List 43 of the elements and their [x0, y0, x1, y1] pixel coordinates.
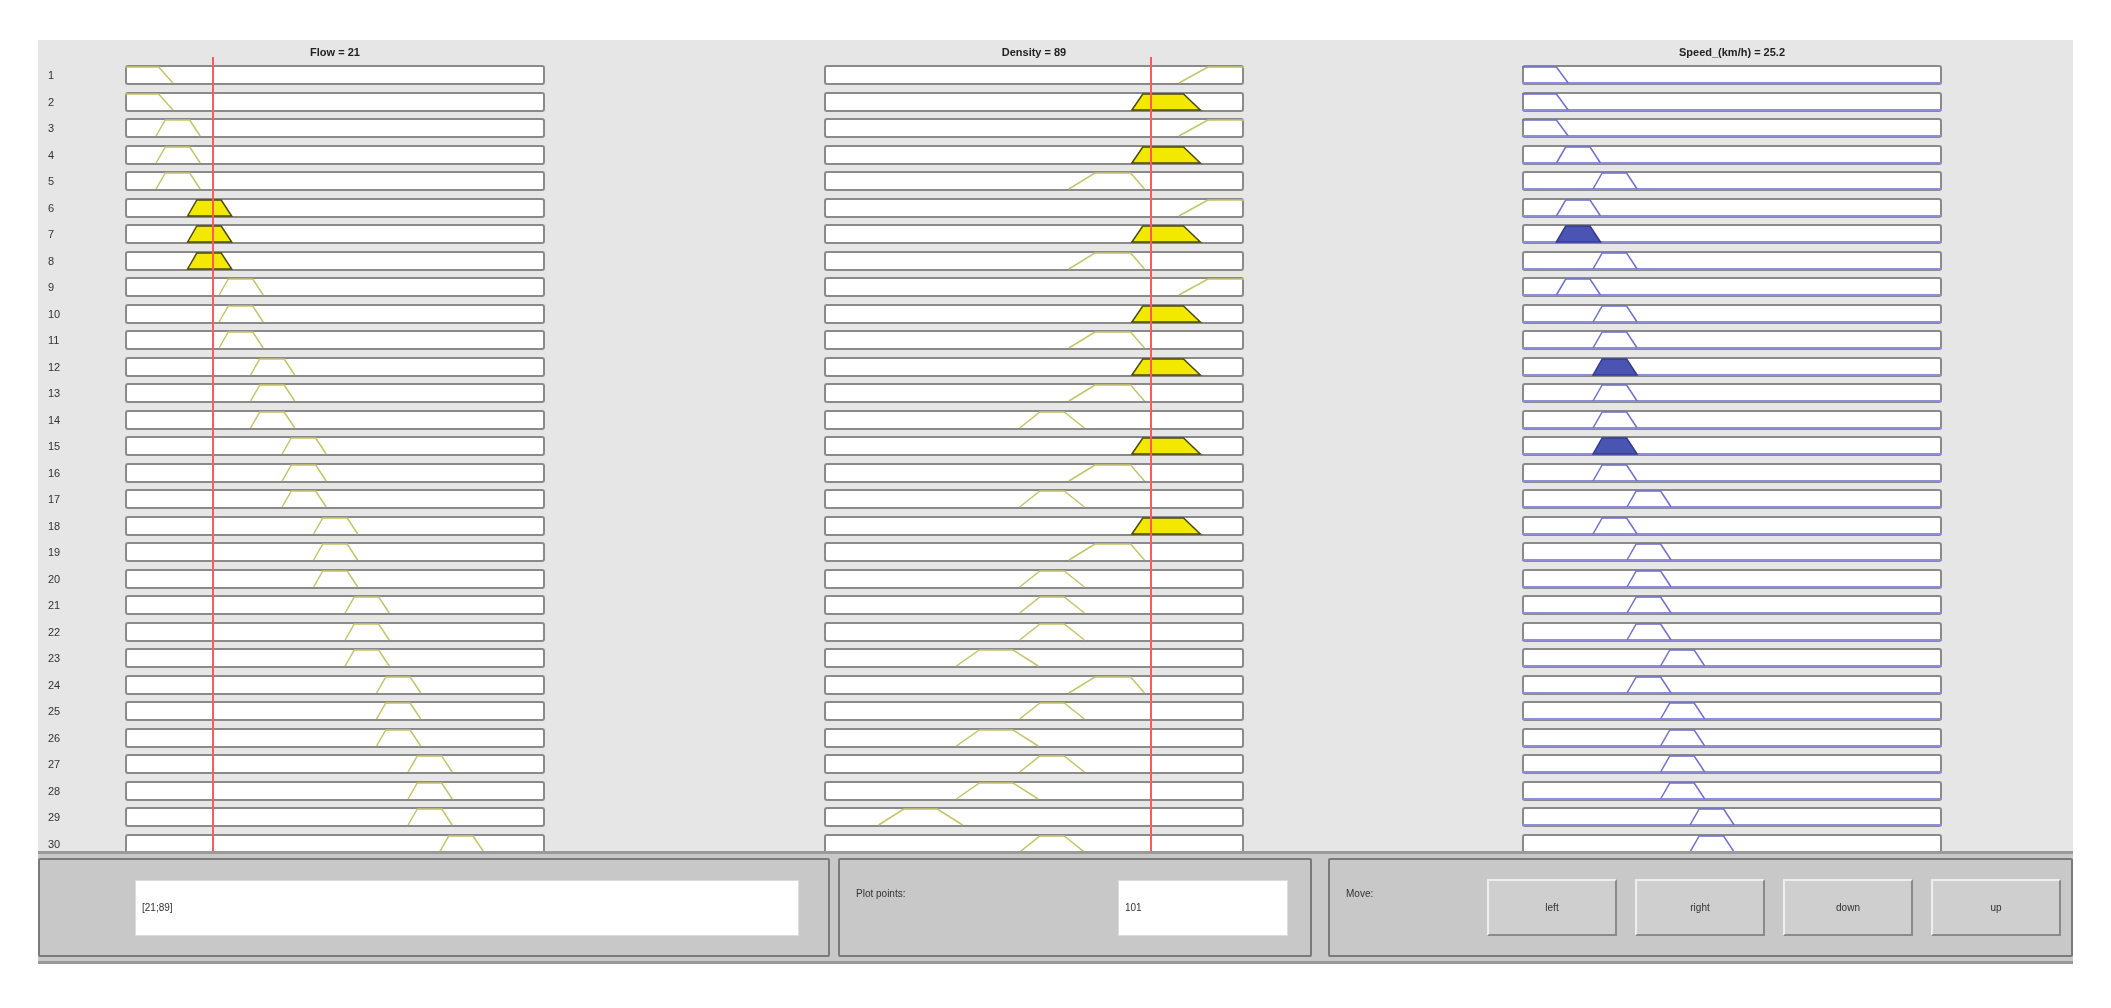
rule-number: 27 — [47, 757, 62, 772]
plot-points-label: Plot points: — [856, 888, 906, 899]
rule-number: 22 — [47, 624, 62, 640]
rule-number: 4 — [47, 147, 56, 163]
rule-number: 29 — [47, 810, 62, 825]
rule-number: 2 — [47, 94, 56, 110]
input-vector-field[interactable]: [21;89] — [135, 879, 799, 936]
rule-number: 9 — [47, 280, 56, 295]
rule-number: 18 — [47, 518, 62, 534]
rule-number: 26 — [47, 730, 62, 746]
rule-number: 24 — [47, 677, 62, 693]
rule-number: 14 — [47, 412, 62, 428]
rule-number: 3 — [47, 121, 56, 136]
rule-number: 7 — [47, 227, 56, 242]
move-label: Move: — [1346, 888, 1374, 899]
rule-number: 19 — [47, 545, 62, 560]
rule-number: 6 — [47, 200, 56, 216]
rule-number: 20 — [47, 571, 62, 587]
rule-number: 10 — [47, 306, 62, 322]
input-value-line[interactable] — [1149, 57, 1152, 851]
input-value-line[interactable] — [212, 57, 215, 851]
rule-number: 1 — [47, 68, 56, 83]
rule-number: 17 — [47, 492, 62, 507]
rule-number: 13 — [47, 386, 62, 401]
rule-number: 23 — [47, 651, 62, 666]
move-button[interactable]: right — [1635, 879, 1765, 936]
rule-number: 11 — [47, 333, 61, 348]
variable-title: Flow = 21 — [309, 45, 361, 60]
move-button[interactable]: left — [1487, 879, 1617, 936]
plot-points-field[interactable]: 101 — [1118, 879, 1288, 936]
rule-number: 28 — [47, 783, 62, 799]
variable-title: Speed_(km/h) = 25.2 — [1677, 45, 1787, 60]
rule-number: 30 — [47, 836, 62, 851]
rule-number: 8 — [47, 253, 56, 269]
rule-number: 15 — [47, 439, 62, 454]
rule-number: 5 — [47, 174, 56, 189]
rule-number: 16 — [47, 465, 62, 481]
move-button[interactable]: down — [1783, 879, 1913, 936]
variable-title: Density = 89 — [1000, 45, 1068, 60]
rule-number: 25 — [47, 704, 62, 719]
move-button[interactable]: up — [1931, 879, 2061, 936]
rule-number: 12 — [47, 359, 62, 375]
rule-number: 21 — [47, 598, 62, 613]
